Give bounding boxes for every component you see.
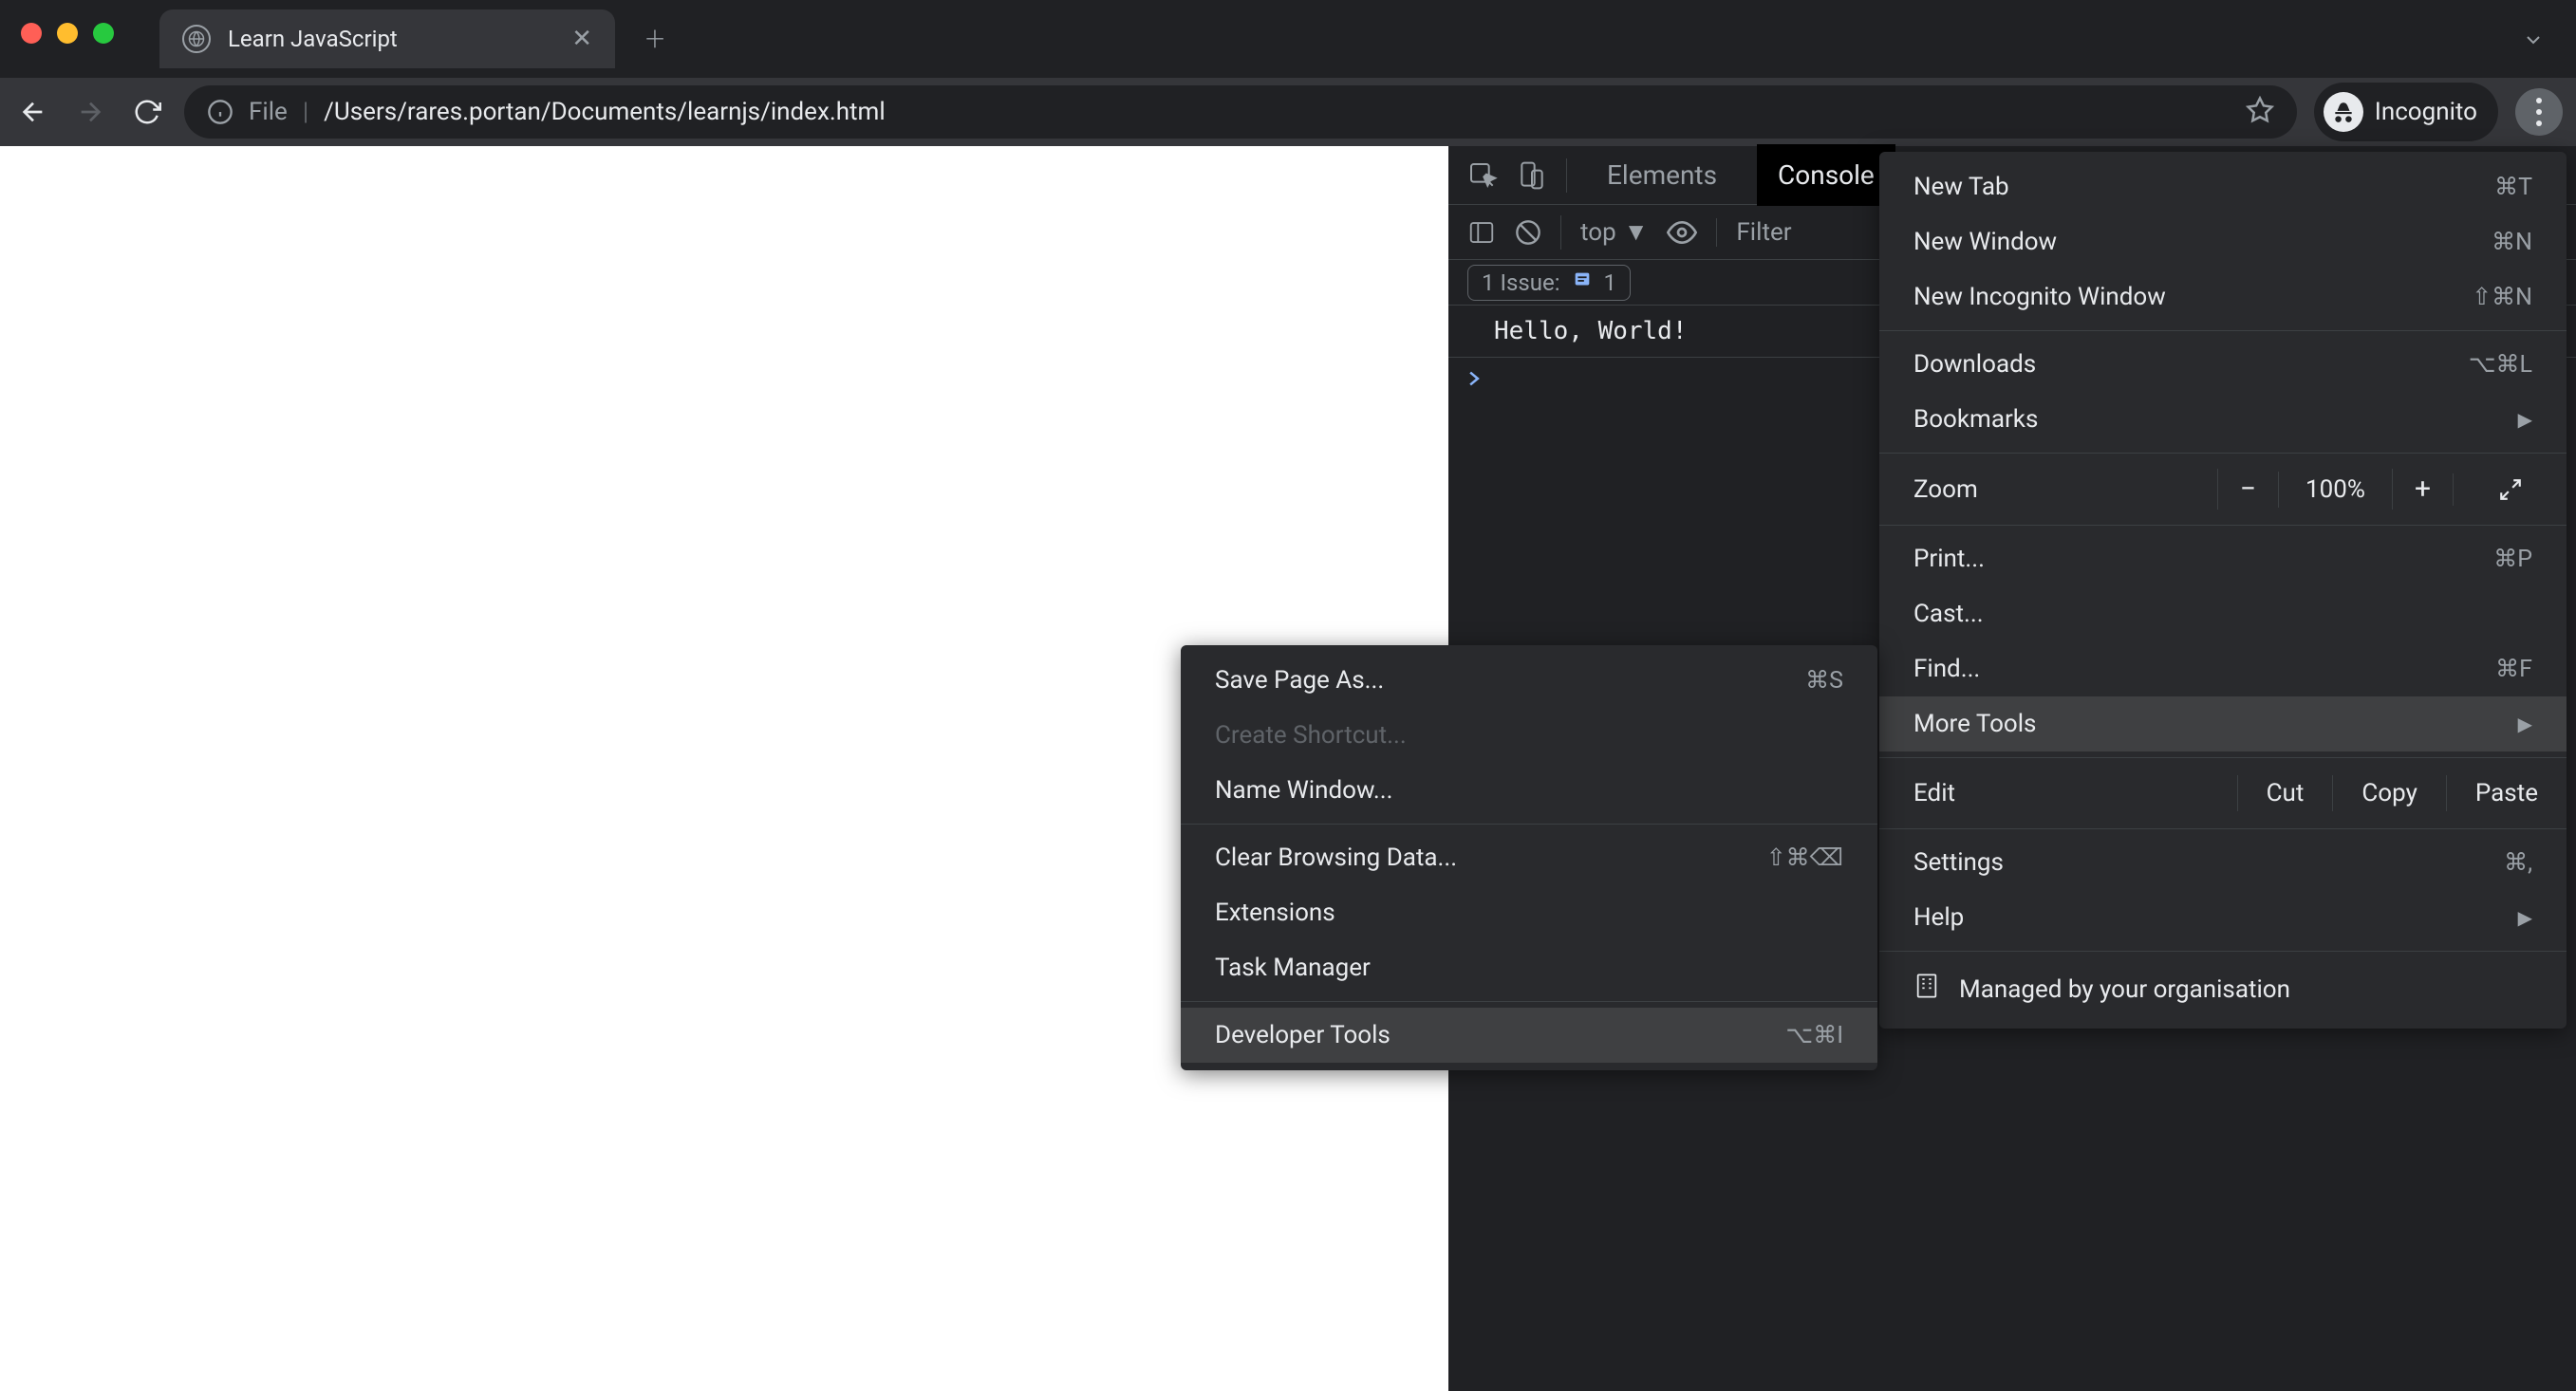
- submenu-extensions[interactable]: Extensions: [1181, 885, 1877, 940]
- menu-find[interactable]: Find... ⌘F: [1879, 641, 2567, 696]
- menu-managed[interactable]: Managed by your organisation: [1879, 957, 2567, 1021]
- menu-downloads[interactable]: Downloads ⌥⌘L: [1879, 337, 2567, 392]
- menu-print[interactable]: Print... ⌘P: [1879, 531, 2567, 586]
- zoom-value: 100%: [2278, 472, 2392, 508]
- paste-button[interactable]: Paste: [2446, 775, 2567, 811]
- eye-icon[interactable]: [1667, 217, 1697, 248]
- menu-cast[interactable]: Cast...: [1879, 586, 2567, 641]
- incognito-badge[interactable]: Incognito: [2314, 83, 2498, 141]
- bookmark-star-icon[interactable]: [2246, 96, 2274, 128]
- device-toggle-icon[interactable]: [1517, 160, 1547, 191]
- menu-new-tab[interactable]: New Tab ⌘T: [1879, 159, 2567, 214]
- menu-separator: [1879, 330, 2567, 331]
- menu-new-window[interactable]: New Window ⌘N: [1879, 214, 2567, 269]
- tab-elements[interactable]: Elements: [1586, 144, 1738, 206]
- submenu-developer-tools[interactable]: Developer Tools ⌥⌘I: [1181, 1008, 1877, 1063]
- new-tab-button[interactable]: +: [645, 19, 664, 59]
- close-window-button[interactable]: [21, 23, 42, 44]
- menu-separator: [1181, 1001, 1877, 1002]
- menu-edit: Edit Cut Copy Paste: [1879, 764, 2567, 823]
- divider: [1560, 215, 1561, 250]
- chevron-right-icon: ▶: [2518, 713, 2532, 735]
- url-divider: |: [303, 98, 308, 126]
- more-tools-submenu: Save Page As... ⌘S Create Shortcut... Na…: [1181, 645, 1877, 1070]
- maximize-window-button[interactable]: [93, 23, 114, 44]
- chevron-right-icon: ▶: [2518, 408, 2532, 431]
- chevron-down-icon[interactable]: [2513, 28, 2553, 51]
- zoom-out-button[interactable]: −: [2217, 469, 2278, 510]
- tab-title: Learn JavaScript: [228, 26, 554, 52]
- menu-separator: [1181, 824, 1877, 825]
- info-icon[interactable]: [207, 99, 233, 125]
- divider: [1566, 158, 1567, 193]
- tab-bar: Learn JavaScript ✕ +: [159, 9, 664, 68]
- issue-icon: [1572, 269, 1593, 296]
- close-tab-icon[interactable]: ✕: [571, 25, 592, 53]
- submenu-create-shortcut: Create Shortcut...: [1181, 708, 1877, 763]
- minimize-window-button[interactable]: [57, 23, 78, 44]
- url-path: /Users/rares.portan/Documents/learnjs/in…: [324, 98, 886, 126]
- menu-separator: [1879, 757, 2567, 758]
- browser-tab[interactable]: Learn JavaScript ✕: [159, 9, 615, 68]
- menu-new-incognito[interactable]: New Incognito Window ⇧⌘N: [1879, 269, 2567, 325]
- menu-more-tools[interactable]: More Tools ▶: [1879, 696, 2567, 751]
- fullscreen-button[interactable]: [2453, 473, 2567, 506]
- chevron-down-icon: ▼: [1624, 217, 1649, 247]
- incognito-icon: [2324, 92, 2363, 132]
- submenu-name-window[interactable]: Name Window...: [1181, 763, 1877, 818]
- menu-bookmarks[interactable]: Bookmarks ▶: [1879, 392, 2567, 447]
- issues-badge[interactable]: 1 Issue: 1: [1467, 265, 1631, 301]
- url-scheme: File: [249, 98, 288, 126]
- context-selector[interactable]: top ▼: [1580, 217, 1648, 247]
- window-controls: [21, 23, 114, 44]
- back-button[interactable]: [13, 92, 53, 132]
- menu-separator: [1879, 951, 2567, 952]
- menu-separator: [1879, 828, 2567, 829]
- main-menu: New Tab ⌘T New Window ⌘N New Incognito W…: [1879, 152, 2567, 1029]
- copy-button[interactable]: Copy: [2332, 775, 2446, 811]
- issues-count: 1: [1604, 269, 1617, 296]
- tab-console[interactable]: Console: [1757, 144, 1895, 206]
- console-sidebar-icon[interactable]: [1467, 218, 1496, 247]
- address-bar[interactable]: File | /Users/rares.portan/Documents/lea…: [184, 85, 2297, 139]
- incognito-label: Incognito: [2375, 98, 2477, 126]
- toolbar: File | /Users/rares.portan/Documents/lea…: [0, 78, 2576, 146]
- globe-icon: [182, 25, 211, 53]
- cut-button[interactable]: Cut: [2237, 775, 2333, 811]
- menu-button[interactable]: [2515, 88, 2563, 136]
- building-icon: [1913, 973, 1940, 1006]
- issues-prefix: 1 Issue:: [1482, 269, 1560, 296]
- inspect-icon[interactable]: [1467, 160, 1498, 191]
- filter-input[interactable]: Filter: [1716, 218, 1791, 247]
- menu-separator: [1879, 525, 2567, 526]
- reload-button[interactable]: [127, 92, 167, 132]
- menu-separator: [1879, 453, 2567, 454]
- menu-zoom: Zoom − 100% +: [1879, 459, 2567, 519]
- submenu-save-page[interactable]: Save Page As... ⌘S: [1181, 653, 1877, 708]
- chevron-right-icon: ▶: [2518, 906, 2532, 929]
- clear-console-icon[interactable]: [1515, 219, 1541, 246]
- submenu-clear-browsing[interactable]: Clear Browsing Data... ⇧⌘⌫: [1181, 830, 1877, 885]
- menu-help[interactable]: Help ▶: [1879, 890, 2567, 945]
- menu-settings[interactable]: Settings ⌘,: [1879, 835, 2567, 890]
- forward-button[interactable]: [70, 92, 110, 132]
- zoom-in-button[interactable]: +: [2392, 469, 2453, 510]
- submenu-task-manager[interactable]: Task Manager: [1181, 940, 1877, 995]
